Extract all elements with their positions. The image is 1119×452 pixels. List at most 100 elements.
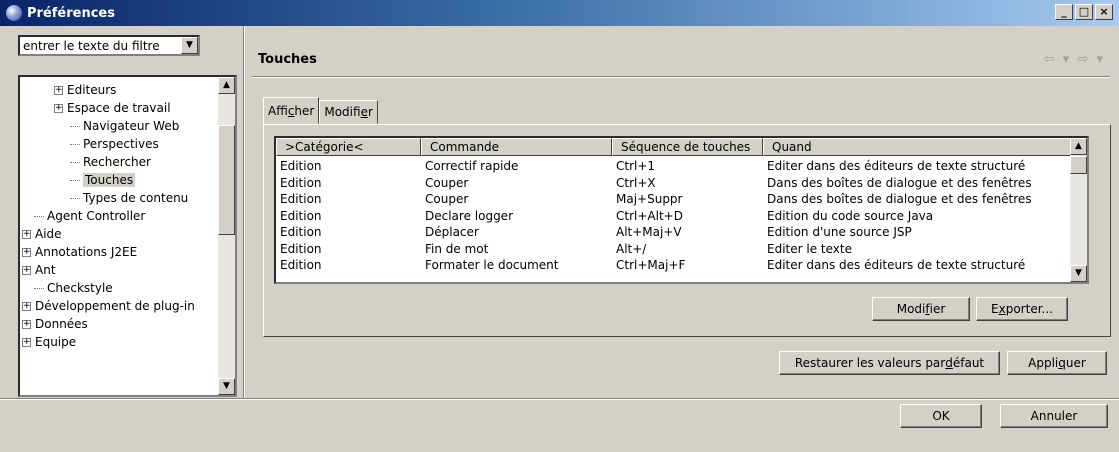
cell-key-sequence: Maj+Suppr: [616, 192, 683, 206]
tab-modifier[interactable]: Modifier: [319, 100, 378, 124]
cell-command: Correctif rapide: [425, 159, 519, 173]
chevron-down-icon[interactable]: ▼: [181, 37, 198, 54]
eclipse-icon: [6, 5, 22, 21]
tree-item-label: Ant: [35, 263, 56, 277]
expand-icon[interactable]: +: [22, 302, 31, 311]
tree-item[interactable]: Checkstyle: [34, 279, 113, 297]
tree-item[interactable]: Perspectives: [70, 135, 159, 153]
tree-item-label: Développement de plug-in: [35, 299, 195, 313]
tree-item[interactable]: Touches: [70, 171, 136, 189]
ok-button[interactable]: OK: [900, 404, 982, 428]
cell-command: Couper: [425, 175, 469, 190]
tree-item[interactable]: Types de contenu: [70, 189, 188, 207]
tab-afficher[interactable]: Afficher: [263, 97, 320, 124]
cell-category: Edition: [280, 192, 322, 206]
scroll-down-icon[interactable]: ▼: [218, 378, 235, 395]
tree-connector: [70, 180, 80, 181]
page-title: Touches: [258, 52, 317, 67]
expand-icon[interactable]: +: [22, 320, 31, 329]
filter-input[interactable]: entrer le texte du filtre: [20, 39, 181, 53]
cell-command: Déplacer: [425, 225, 479, 239]
column-header-category[interactable]: >Catégorie<: [276, 138, 421, 156]
table-scrollbar[interactable]: ▲ ▼: [1070, 138, 1087, 282]
tree-item[interactable]: + Equipe: [22, 333, 76, 351]
tree-item-label: Navigateur Web: [83, 119, 180, 133]
key-bindings-table[interactable]: >Catégorie< Commande Séquence de touches…: [274, 136, 1089, 284]
cell-command: Declare logger: [425, 208, 514, 223]
tree-item-label: Espace de travail: [67, 101, 171, 115]
cell-when: Editer dans des éditeurs de texte struct…: [767, 258, 1026, 272]
cell-category: Edition: [280, 208, 322, 223]
expand-icon[interactable]: +: [22, 230, 31, 239]
apply-button[interactable]: Appli q uer: [1007, 351, 1107, 375]
expand-icon[interactable]: +: [22, 248, 31, 257]
table-row[interactable]: Edition Déplacer Alt+Maj+V Edition d'une so…: [276, 224, 1071, 241]
table-row[interactable]: Edition Couper Ctrl+X Dans des boîtes de di…: [276, 175, 1071, 192]
filter-combo[interactable]: entrer le texte du filtre ▼: [18, 35, 200, 56]
cell-category: Edition: [280, 258, 322, 272]
modifier-button[interactable]: Modi f ier: [872, 297, 970, 321]
scroll-up-icon[interactable]: ▲: [218, 77, 235, 94]
table-row[interactable]: Edition Couper Maj+Suppr Dans des boîtes de…: [276, 191, 1071, 208]
tree-scrollbar[interactable]: ▲ ▼: [218, 77, 235, 395]
tree-item-label: Annotations J2EE: [35, 245, 138, 259]
column-header-key-sequence[interactable]: Séquence de touches: [612, 138, 763, 156]
exporter-button[interactable]: Ex porter...: [976, 297, 1068, 321]
window-controls: _ □ ×: [1055, 4, 1113, 20]
tree-connector: [34, 288, 44, 289]
tree-item[interactable]: + Aide: [22, 225, 62, 243]
tree-item-label: Equipe: [35, 335, 77, 349]
table-row[interactable]: Edition Correctif rapide Ctrl+1 Editer dans…: [276, 158, 1071, 175]
tree-item[interactable]: Rechercher: [70, 153, 151, 171]
cell-when: Edition du code source Java: [767, 208, 934, 223]
tree-item[interactable]: Navigateur Web: [70, 117, 179, 135]
scroll-thumb[interactable]: [1070, 156, 1087, 174]
scroll-down-icon[interactable]: ▼: [1070, 265, 1087, 282]
cell-when: Edition d'une source JSP: [767, 225, 912, 239]
cell-command: Couper: [425, 192, 469, 206]
preferences-tree[interactable]: + Editeurs + Espace de travail Navigateur We…: [18, 75, 237, 397]
tree-item[interactable]: + Développement de plug-in: [22, 297, 195, 315]
cell-when: Editer le texte: [767, 241, 852, 256]
tree-connector: [34, 216, 44, 217]
tree-item[interactable]: + Espace de travail: [54, 99, 171, 117]
tree-item-label: Aide: [35, 227, 62, 241]
cell-category: Edition: [280, 241, 322, 256]
tree-item[interactable]: + Ant: [22, 261, 56, 279]
expand-icon[interactable]: +: [22, 338, 31, 347]
title-bar[interactable]: Préférences _ □ ×: [0, 0, 1119, 26]
tree-connector: [70, 126, 80, 127]
tree-item[interactable]: Agent Controller: [34, 207, 145, 225]
navigation-arrows[interactable]: ⇦ ▾ ⇨ ▾: [1044, 52, 1105, 67]
restore-defaults-button[interactable]: Restaurer les valeurs par d éfaut: [779, 351, 1000, 375]
tree-item-label: Rechercher: [83, 155, 151, 169]
table-row[interactable]: Edition Fin de mot Alt+/ Editer le texte: [276, 241, 1071, 258]
window-title: Préférences: [27, 5, 115, 21]
tree-item-label: Touches: [83, 173, 136, 187]
tree-item[interactable]: + Annotations J2EE: [22, 243, 137, 261]
column-header-when[interactable]: Quand: [763, 138, 1071, 156]
close-button[interactable]: ×: [1095, 4, 1113, 20]
scroll-up-icon[interactable]: ▲: [1070, 138, 1087, 155]
divider: [0, 398, 1119, 400]
maximize-button[interactable]: □: [1075, 4, 1093, 20]
cell-when: Dans des boîtes de dialogue et des fenêt…: [767, 175, 1032, 190]
cell-when: Dans des boîtes de dialogue et des fenêt…: [767, 192, 1032, 206]
expand-icon[interactable]: +: [22, 266, 31, 275]
panel-splitter[interactable]: [243, 26, 245, 400]
table-row[interactable]: Edition Formater le document Ctrl+Maj+F Edi…: [276, 257, 1071, 274]
cancel-button[interactable]: Annuler: [1000, 404, 1108, 428]
expand-icon[interactable]: +: [54, 86, 63, 95]
scroll-thumb[interactable]: [218, 125, 235, 235]
table-body: Edition Correctif rapide Ctrl+1 Editer dans…: [276, 158, 1071, 274]
tree-item[interactable]: + Editeurs: [54, 81, 116, 99]
tree-item[interactable]: + Données: [22, 315, 88, 333]
minimize-button[interactable]: _: [1055, 4, 1073, 20]
expand-icon[interactable]: +: [54, 104, 63, 113]
column-header-command[interactable]: Commande: [421, 138, 612, 156]
cell-key-sequence: Ctrl+X: [616, 175, 656, 190]
cell-category: Edition: [280, 225, 322, 239]
table-row[interactable]: Edition Declare logger Ctrl+Alt+D Edition d…: [276, 208, 1071, 225]
cell-category: Edition: [280, 159, 322, 173]
cell-when: Editer dans des éditeurs de texte struct…: [767, 159, 1026, 173]
